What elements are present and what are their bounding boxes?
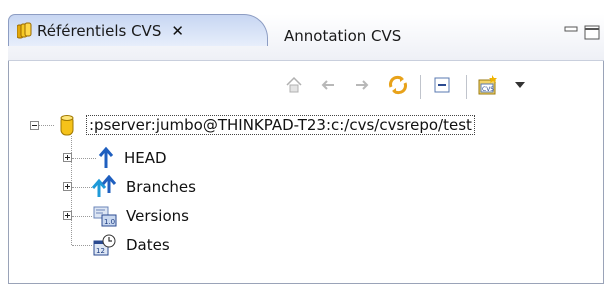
tab-cvs-repositories[interactable]: Référentiels CVS ✕ xyxy=(8,14,268,46)
window-controls xyxy=(561,22,609,46)
tree-connector xyxy=(72,216,92,217)
versions-icon: 1.0 xyxy=(92,204,118,228)
tree-connector xyxy=(38,125,54,126)
tree-item-label: Branches xyxy=(126,178,196,196)
close-tab-icon[interactable]: ✕ xyxy=(171,22,184,40)
tab-label: Annotation CVS xyxy=(284,27,402,45)
tree-item-dates[interactable]: 12 Dates xyxy=(92,232,170,258)
expand-toggle[interactable] xyxy=(63,153,72,162)
cvs-repositories-view: Référentiels CVS ✕ Annotation CVS CVS:p… xyxy=(0,0,610,291)
tree-item-label: Versions xyxy=(126,207,189,225)
branches-icon xyxy=(90,174,118,199)
tree-item-repository[interactable]: :pserver:jumbo@THINKPAD-T23:c:/cvs/cvsre… xyxy=(58,112,475,138)
tab-cvs-annotation[interactable]: Annotation CVS xyxy=(278,24,438,48)
dates-icon: 12 xyxy=(92,233,118,257)
cvs-repositories-icon xyxy=(16,22,33,40)
refresh-icon[interactable] xyxy=(386,73,410,97)
back-icon[interactable] xyxy=(316,73,340,97)
toolbar-separator xyxy=(420,75,421,99)
svg-text:1.0: 1.0 xyxy=(104,218,115,226)
toolbar-separator xyxy=(466,75,467,99)
tree-connector xyxy=(72,245,92,246)
expand-toggle[interactable] xyxy=(63,211,72,220)
maximize-icon[interactable] xyxy=(584,25,600,40)
tree-connector xyxy=(72,187,92,188)
tree-item-head[interactable]: HEAD xyxy=(96,145,167,171)
tree-item-label: Dates xyxy=(126,236,170,254)
collapse-toggle[interactable] xyxy=(30,121,39,130)
tab-label: Référentiels CVS xyxy=(37,21,162,40)
head-branch-icon xyxy=(96,146,116,170)
repository-icon xyxy=(58,113,76,137)
svg-text:CVS: CVS xyxy=(482,86,494,93)
tree-item-versions[interactable]: 1.0 Versions xyxy=(92,203,189,229)
tree-connector xyxy=(72,158,96,159)
svg-text:12: 12 xyxy=(96,247,105,255)
minimize-icon[interactable] xyxy=(564,26,578,32)
collapse-all-icon[interactable] xyxy=(430,73,454,97)
tree-item-label: HEAD xyxy=(124,149,167,167)
repository-label: :pserver:jumbo@THINKPAD-T23:c:/cvs/cvsre… xyxy=(86,115,475,135)
forward-icon[interactable] xyxy=(350,73,374,97)
tab-bar: Référentiels CVS ✕ Annotation CVS xyxy=(8,14,604,61)
tree-item-branches[interactable]: Branches xyxy=(90,174,196,200)
expand-toggle[interactable] xyxy=(63,182,72,191)
home-icon[interactable] xyxy=(282,73,306,97)
new-repository-icon[interactable]: CVS xyxy=(476,73,500,97)
view-menu-icon[interactable] xyxy=(508,73,532,97)
